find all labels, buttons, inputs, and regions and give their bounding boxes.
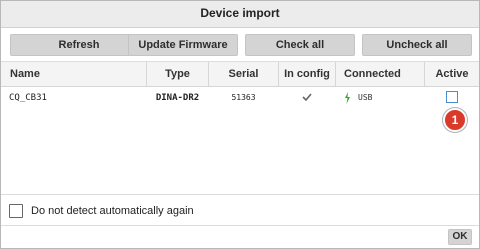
table-header: Name Type Serial In config Connected Act… <box>1 62 479 87</box>
no-detect-checkbox[interactable] <box>9 204 23 218</box>
footer-divider <box>1 194 479 195</box>
column-header-name[interactable]: Name <box>10 62 110 86</box>
cell-name: CQ_CB31 <box>9 93 47 103</box>
cell-connected: USB <box>358 93 373 102</box>
column-header-serial[interactable]: Serial <box>209 62 278 86</box>
column-header-connected[interactable]: Connected <box>344 62 424 86</box>
update-firmware-button[interactable]: Update Firmware <box>128 34 238 56</box>
active-checkbox[interactable] <box>446 91 458 103</box>
usb-connected-icon <box>345 92 350 104</box>
dialog-titlebar: Device import <box>1 1 479 28</box>
uncheck-all-button[interactable]: Uncheck all <box>362 34 472 56</box>
table-row[interactable]: CQ_CB31 DINA-DR2 51363 USB <box>1 87 479 109</box>
device-import-dialog: Device import Refresh Update Firmware Ch… <box>0 0 480 249</box>
cell-serial: 51363 <box>231 93 256 102</box>
column-divider <box>335 62 336 86</box>
bottom-divider <box>1 225 479 226</box>
no-detect-label: Do not detect automatically again <box>31 205 194 217</box>
ok-button[interactable]: OK <box>448 229 472 245</box>
annotation-badge: 1 <box>443 108 467 132</box>
check-all-button[interactable]: Check all <box>245 34 355 56</box>
checkmark-icon <box>302 93 312 101</box>
column-header-in-config[interactable]: In config <box>279 62 335 86</box>
dialog-title: Device import <box>200 6 280 20</box>
column-header-active[interactable]: Active <box>425 62 479 86</box>
cell-type: DINA-DR2 <box>155 93 200 103</box>
column-header-type[interactable]: Type <box>147 62 208 86</box>
